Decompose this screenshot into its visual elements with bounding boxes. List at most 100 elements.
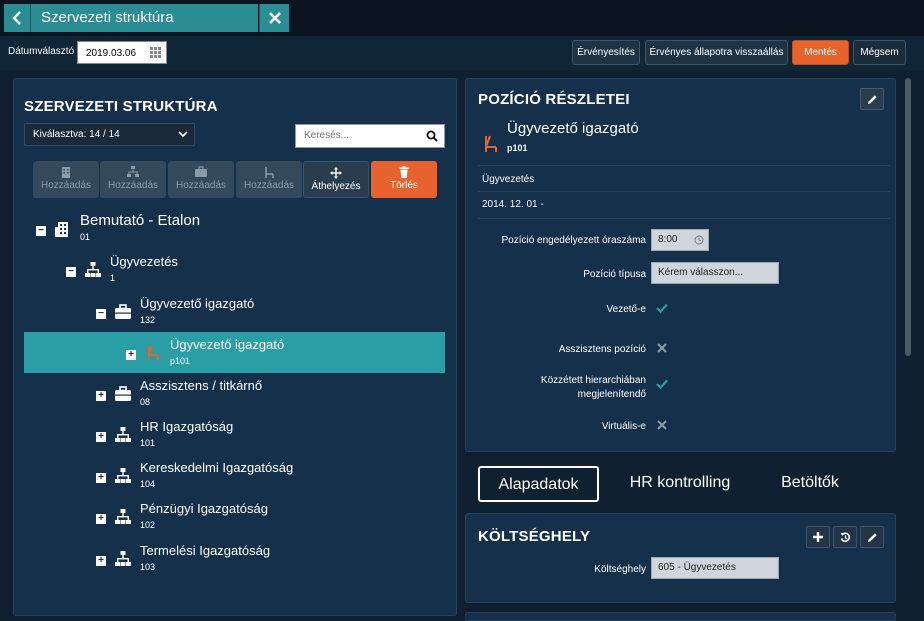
briefcase-icon bbox=[115, 386, 131, 402]
org-chart-icon bbox=[127, 166, 139, 177]
tab-basic-data[interactable]: Alapadatok bbox=[478, 466, 599, 502]
tree-node[interactable] bbox=[24, 413, 445, 449]
divider bbox=[478, 165, 890, 166]
pencil-icon bbox=[867, 532, 877, 542]
chevron-left-icon bbox=[12, 11, 21, 25]
org-chart-icon bbox=[115, 509, 131, 525]
tab-hr-controlling[interactable]: HR kontrolling bbox=[615, 466, 745, 502]
tab-holders[interactable]: Betöltők bbox=[765, 466, 855, 502]
tree-node-code: 102 bbox=[140, 520, 156, 530]
expand-toggle[interactable]: + bbox=[96, 432, 106, 442]
selection-filter-dropdown[interactable]: Kiválasztva: 14 / 14 bbox=[24, 123, 195, 146]
scrollbar[interactable] bbox=[905, 78, 911, 356]
expand-toggle[interactable]: + bbox=[96, 514, 106, 524]
chair-icon bbox=[485, 135, 497, 152]
briefcase-icon bbox=[195, 166, 207, 177]
chevron-down-icon bbox=[178, 131, 188, 138]
history-icon bbox=[840, 532, 850, 542]
tree-node-code: 01 bbox=[80, 232, 91, 242]
position-type-label: Pozíció típusa bbox=[583, 269, 646, 280]
add-job-button[interactable]: Hozzáadás bbox=[168, 161, 234, 198]
add-job-label: Hozzáadás bbox=[175, 180, 227, 191]
edit-position-button[interactable] bbox=[860, 88, 884, 110]
add-department-button[interactable]: Hozzáadás bbox=[100, 161, 166, 198]
tree-node-code: 08 bbox=[140, 397, 151, 407]
hours-input[interactable]: 8:00 bbox=[651, 229, 709, 251]
expand-toggle[interactable]: + bbox=[96, 391, 106, 401]
position-parent: Ügyvezetés bbox=[482, 174, 535, 185]
add-cost-center-button[interactable] bbox=[806, 526, 830, 548]
divider bbox=[478, 191, 890, 192]
checkmark-icon bbox=[656, 303, 668, 314]
collapse-toggle[interactable]: − bbox=[66, 267, 76, 277]
add-position-button[interactable]: Hozzáadás bbox=[236, 161, 302, 198]
position-details-title: POZÍCIÓ RÉSZLETEI bbox=[478, 91, 630, 108]
calendar-icon[interactable] bbox=[150, 47, 161, 58]
window-title: Szervezeti struktúra szerkesztése bbox=[30, 4, 258, 54]
delete-button[interactable]: Törlés bbox=[371, 161, 437, 198]
tree-node-code: 132 bbox=[140, 315, 156, 325]
virtual-label: Virtuális-e bbox=[601, 421, 646, 432]
title-bar: Szervezeti struktúra szerkesztése bbox=[0, 0, 924, 54]
tree-node-code: 103 bbox=[140, 562, 156, 572]
position-name: Ügyvezető igazgató bbox=[507, 120, 639, 137]
edit-cost-center-button[interactable] bbox=[860, 526, 884, 548]
add-unit-button[interactable]: Hozzáadás bbox=[33, 161, 99, 198]
validate-button[interactable]: Érvényesítés bbox=[572, 40, 640, 65]
expand-toggle[interactable]: + bbox=[96, 556, 106, 566]
cost-center-title: KÖLTSÉGHELY bbox=[478, 528, 591, 545]
move-button[interactable]: Áthelyezés bbox=[303, 161, 369, 198]
tree-node-name: Ügyvezetés bbox=[110, 254, 178, 269]
tree-node-name: Bemutató - Etalon bbox=[80, 212, 201, 229]
back-button[interactable] bbox=[4, 4, 30, 32]
checkmark-icon bbox=[656, 379, 668, 390]
collapse-toggle[interactable]: − bbox=[96, 309, 106, 319]
tree-node-code: 1 bbox=[110, 273, 116, 283]
close-button[interactable] bbox=[259, 4, 289, 32]
add-department-label: Hozzáadás bbox=[107, 180, 159, 191]
tree-node-name: Kereskedelmi Igazgatóság bbox=[140, 460, 294, 475]
search-placeholder: Keresés... bbox=[304, 130, 350, 141]
cancel-button[interactable]: Mégsem bbox=[853, 40, 906, 65]
hierarchy-label-line1: Közzétett hierarchiában bbox=[540, 375, 646, 386]
chair-icon bbox=[145, 345, 161, 361]
selection-filter-value: Kiválasztva: 14 / 14 bbox=[33, 129, 120, 140]
date-picker[interactable]: 2019.03.06 bbox=[77, 41, 167, 64]
tree-node-name: Ügyvezető igazgató bbox=[140, 296, 255, 311]
hours-value: 8:00 bbox=[658, 234, 678, 245]
position-code: p101 bbox=[507, 143, 528, 153]
tree-node-name: HR Igazgatóság bbox=[140, 419, 234, 434]
position-type-select[interactable]: Kérem válasszon... bbox=[651, 262, 779, 284]
close-icon bbox=[268, 12, 281, 24]
cost-center-input[interactable]: 605 - Ügyvezetés bbox=[651, 557, 779, 579]
collapse-toggle[interactable]: − bbox=[36, 226, 46, 236]
tree-node-name: Termelési Igazgatóság bbox=[140, 543, 271, 558]
search-icon[interactable] bbox=[426, 130, 438, 142]
add-unit-label: Hozzáadás bbox=[40, 180, 92, 191]
x-mark-icon bbox=[657, 343, 667, 353]
add-position-label: Hozzáadás bbox=[243, 180, 295, 191]
move-label: Áthelyezés bbox=[311, 181, 361, 192]
plus-icon bbox=[813, 532, 823, 542]
cost-center-label: Költséghely bbox=[594, 564, 646, 575]
briefcase-icon bbox=[115, 304, 131, 320]
next-panel bbox=[465, 612, 896, 621]
building-icon bbox=[55, 221, 71, 237]
hierarchy-label-line2: megjelenítendő bbox=[577, 389, 646, 400]
search-input[interactable]: Keresés... bbox=[295, 124, 445, 148]
tree-node-code: 104 bbox=[140, 479, 156, 489]
save-button[interactable]: Mentés bbox=[792, 40, 849, 65]
history-button[interactable] bbox=[833, 526, 857, 548]
chair-icon bbox=[265, 167, 274, 178]
tree-node-name: Pénzügyi Igazgatóság bbox=[140, 501, 268, 516]
delete-label: Törlés bbox=[390, 180, 418, 191]
hours-label: Pozíció engedélyezett óraszáma bbox=[501, 235, 646, 246]
date-label: Dátumválasztó bbox=[8, 46, 75, 57]
restore-valid-state-button[interactable]: Érvényes állapotra visszaállás bbox=[645, 40, 788, 65]
org-chart-icon bbox=[85, 262, 101, 278]
position-validity: 2014. 12. 01 - bbox=[482, 199, 544, 210]
expand-toggle[interactable]: + bbox=[96, 473, 106, 483]
expand-toggle[interactable]: + bbox=[126, 350, 136, 360]
tree-node-code: 101 bbox=[140, 438, 156, 448]
org-chart-icon bbox=[115, 551, 131, 567]
